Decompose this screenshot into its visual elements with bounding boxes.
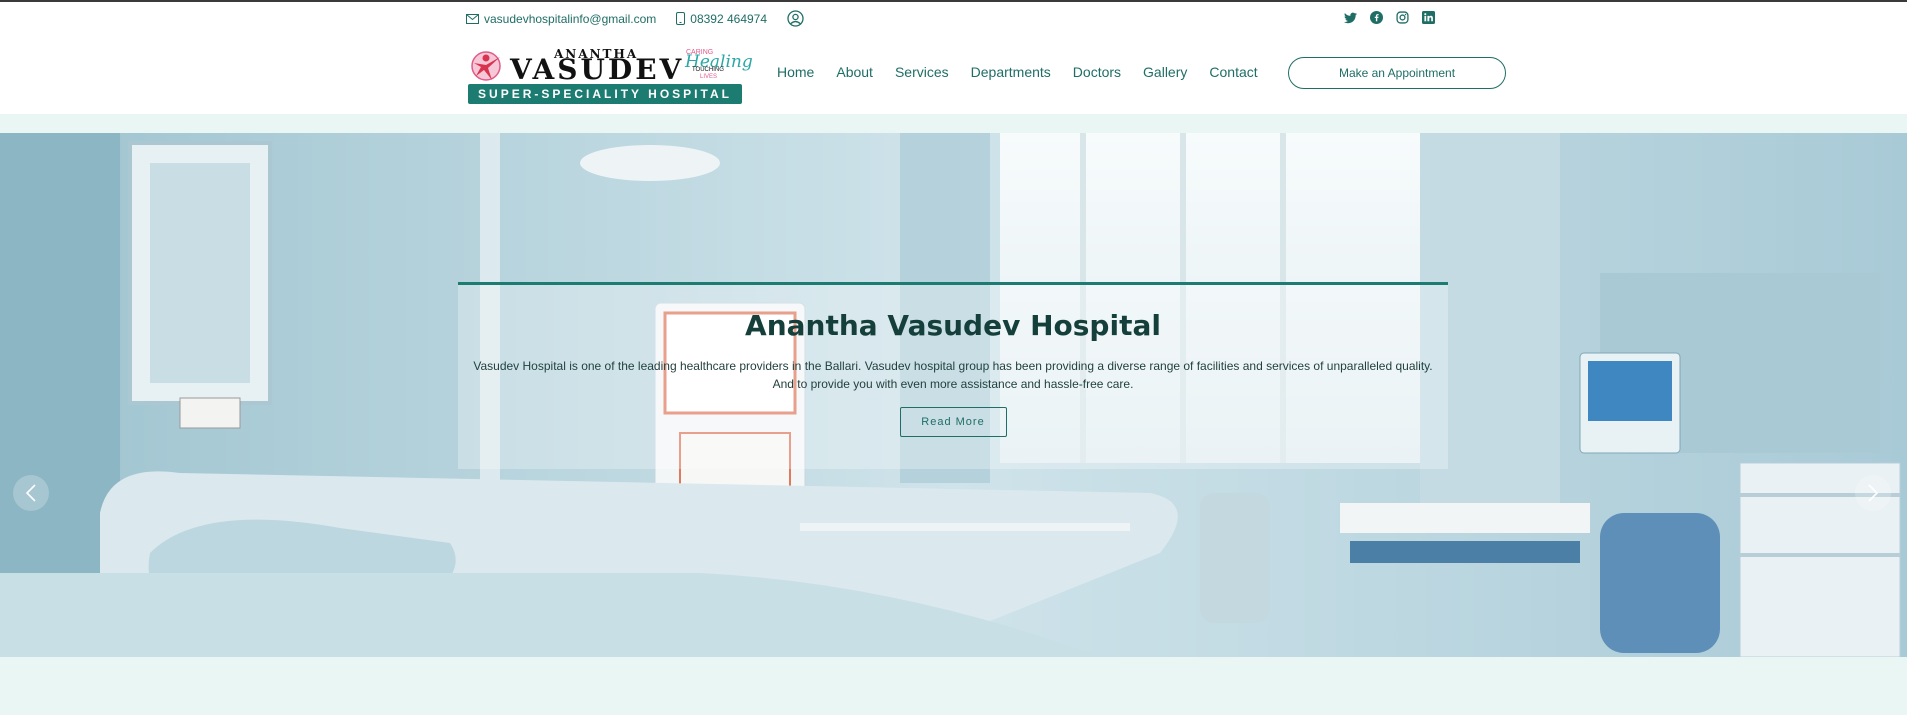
nav-doctors[interactable]: Doctors — [1073, 64, 1121, 80]
logo-tagline-sub1: TOUCHING — [692, 67, 724, 73]
envelope-icon — [466, 13, 479, 24]
site-header: ANANTHA VASUDEV CARING Healing TOUCHING … — [0, 34, 1907, 114]
chevron-right-icon — [1868, 484, 1879, 502]
hero-slider: Anantha Vasudev Hospital Vasudev Hospita… — [0, 133, 1907, 657]
hero-description-line1: Vasudev Hospital is one of the leading h… — [473, 359, 1433, 373]
slider-prev-button[interactable] — [13, 475, 49, 511]
linkedin-icon[interactable] — [1422, 11, 1435, 24]
nav-home[interactable]: Home — [777, 64, 814, 80]
slider-next-button[interactable] — [1855, 475, 1891, 511]
nav-contact[interactable]: Contact — [1209, 64, 1257, 80]
hero-title: Anantha Vasudev Hospital — [745, 309, 1161, 342]
account-button[interactable] — [787, 10, 809, 27]
hero-caption: Anantha Vasudev Hospital Vasudev Hospita… — [458, 282, 1448, 469]
chevron-left-icon — [25, 484, 36, 502]
hero-description: Vasudev Hospital is one of the leading h… — [458, 357, 1448, 393]
main-nav: Home About Services Departments Doctors … — [777, 64, 1280, 80]
facebook-icon[interactable] — [1370, 11, 1383, 24]
hero-description-line2: And to provide you with even more assist… — [772, 377, 1134, 391]
instagram-icon[interactable] — [1396, 11, 1409, 24]
social-links — [1344, 11, 1448, 24]
logo-emblem-icon — [471, 51, 501, 81]
user-circle-icon — [787, 10, 804, 27]
phone-icon — [676, 12, 686, 25]
read-more-button[interactable]: Read More — [899, 407, 1007, 437]
make-appointment-button[interactable]: Make an Appointment — [1288, 57, 1506, 89]
phone-link[interactable]: 08392 464974 — [676, 12, 767, 26]
top-bar: vasudevhospitalinfo@gmail.com 08392 4649… — [0, 0, 1907, 34]
nav-departments[interactable]: Departments — [971, 64, 1051, 80]
nav-about[interactable]: About — [836, 64, 873, 80]
phone-text: 08392 464974 — [690, 11, 768, 26]
contact-info: vasudevhospitalinfo@gmail.com 08392 4649… — [466, 10, 829, 27]
email-text: vasudevhospitalinfo@gmail.com — [484, 11, 657, 26]
hospital-logo[interactable]: ANANTHA VASUDEV CARING Healing TOUCHING … — [466, 47, 753, 105]
logo-tagline-sub2: LIVES — [700, 74, 718, 80]
logo-name: VASUDEV — [510, 53, 685, 86]
logo-band: SUPER-SPECIALITY HOSPITAL — [468, 84, 742, 104]
twitter-icon[interactable] — [1344, 12, 1357, 24]
nav-services[interactable]: Services — [895, 64, 949, 80]
email-link[interactable]: vasudevhospitalinfo@gmail.com — [466, 12, 656, 26]
nav-gallery[interactable]: Gallery — [1143, 64, 1187, 80]
